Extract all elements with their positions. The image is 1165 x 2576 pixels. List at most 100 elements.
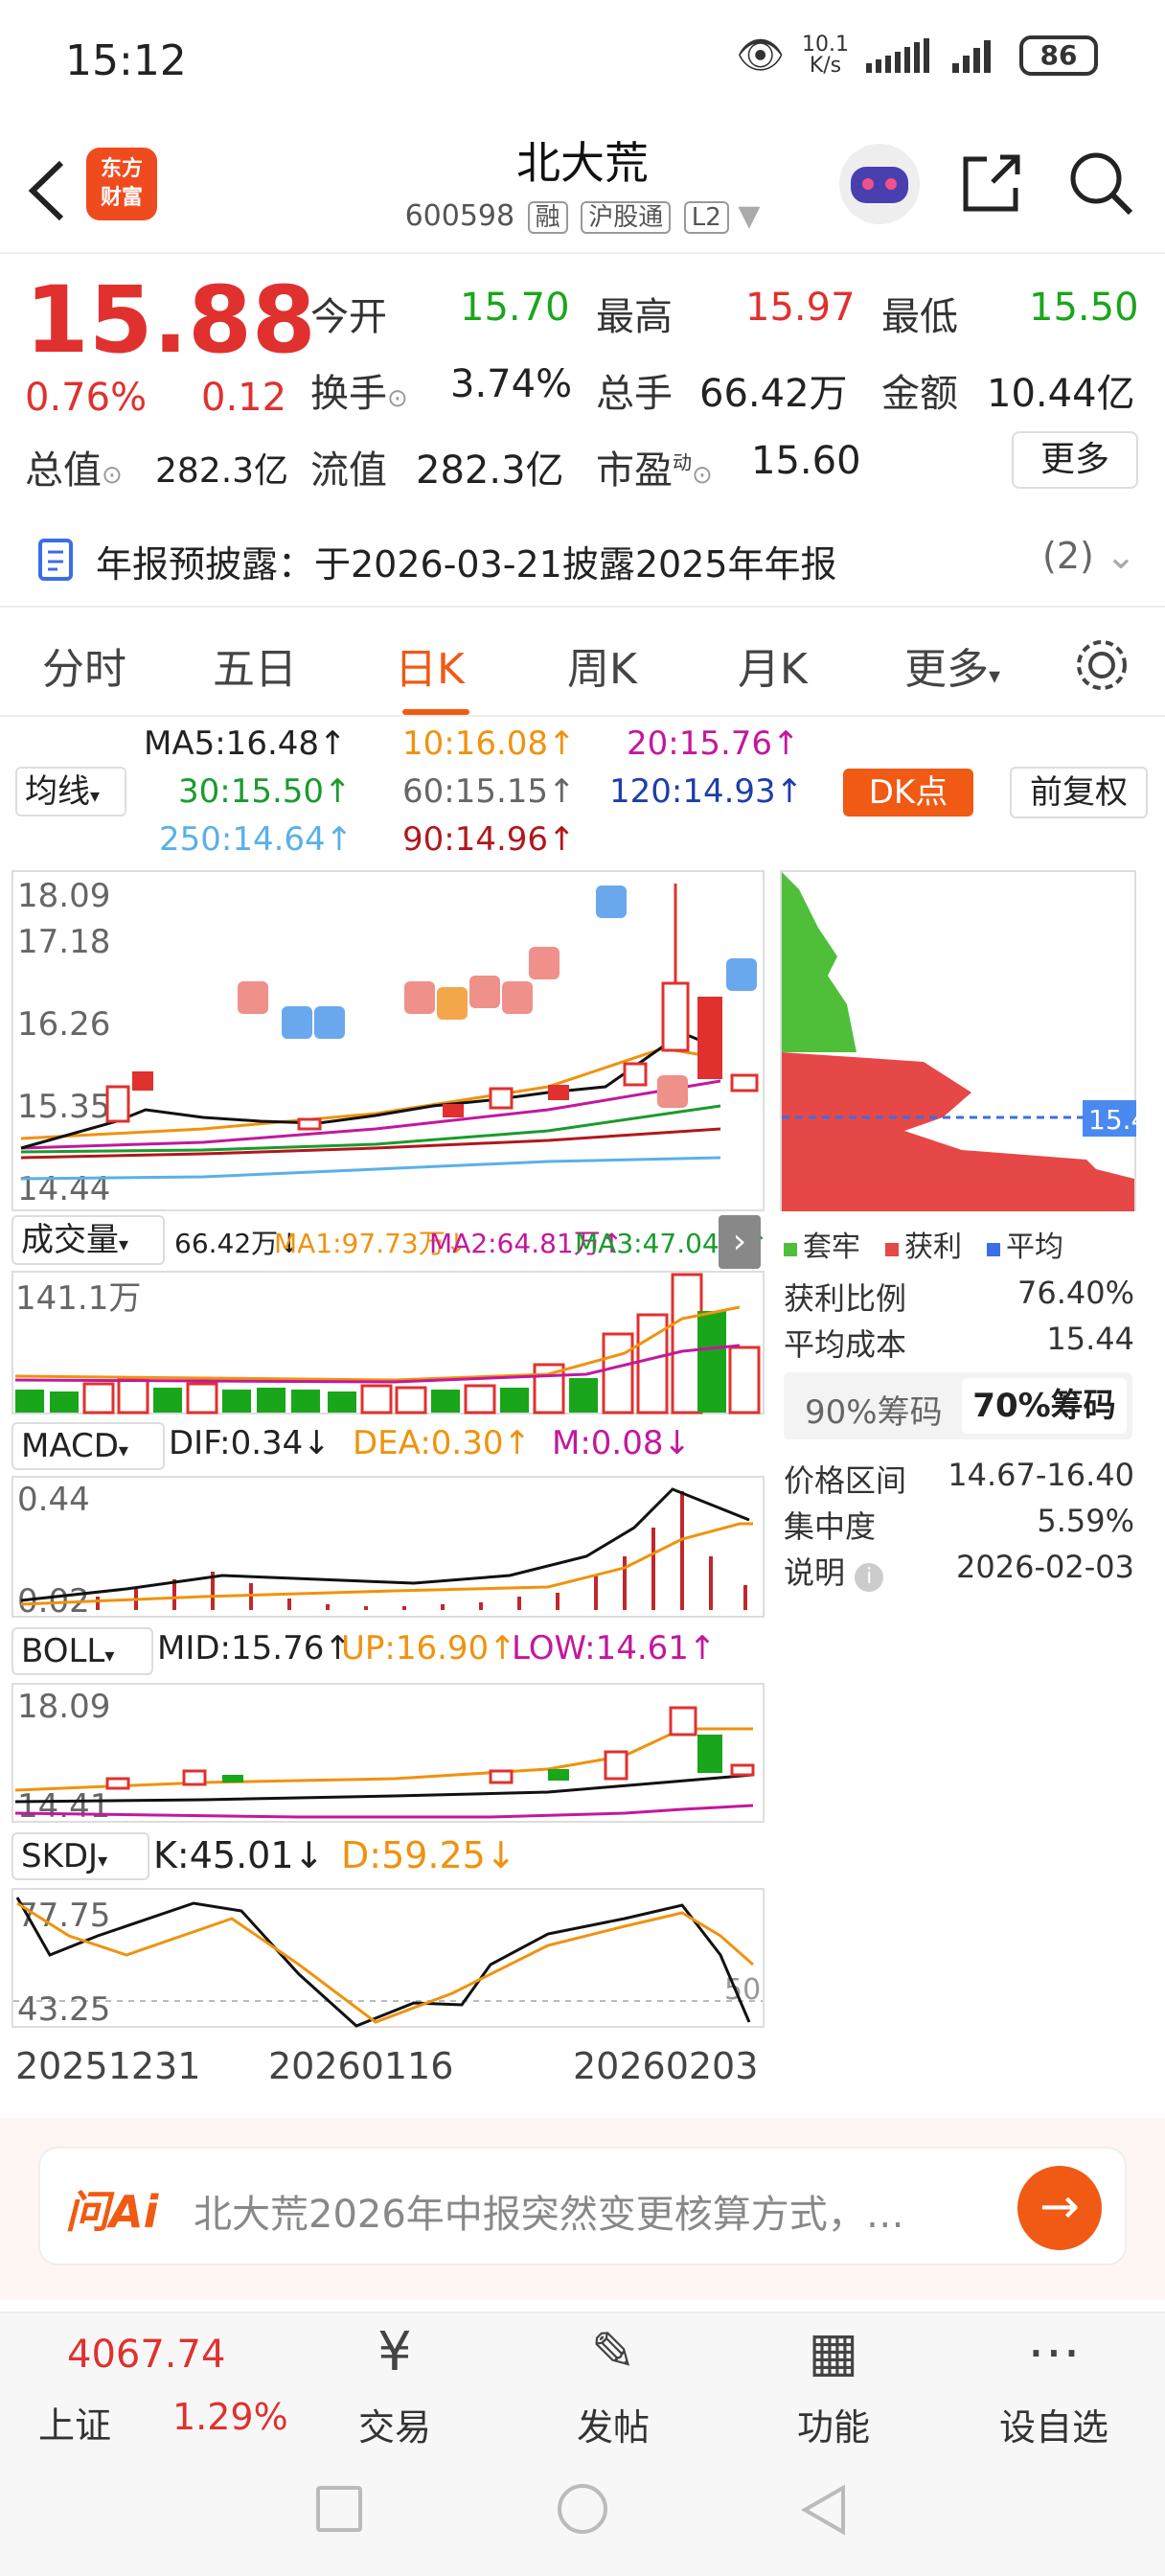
turnover-label: 换手⊙ <box>310 372 408 416</box>
boll-selector[interactable]: BOLL▾ <box>11 1627 153 1675</box>
macd-chart: 0.44 0.02 <box>11 1476 765 1618</box>
change-amount: 0.12 <box>201 376 287 420</box>
date-label-end: 20260203 <box>573 2045 759 2087</box>
date-label-mid: 20260116 <box>268 2045 454 2087</box>
boll-mid: MID:15.76↑ <box>157 1629 352 1668</box>
profit-ratio-label: 获利比例 <box>784 1280 907 1317</box>
status-time: 15:12 <box>65 36 187 85</box>
net-speed: 10.1 K/s <box>802 32 849 78</box>
add-watchlist-button[interactable]: ⋯ 设自选 <box>948 2313 1159 2450</box>
profit-ratio-value: 76.40% <box>1017 1275 1134 1311</box>
ma60-value: 60:15.15↑ <box>402 772 576 811</box>
y-label-4: 15.35 <box>17 1088 110 1126</box>
bottom-toolbar: 4067.74 上证 1.29% ¥ 交易 ✎ 发帖 ▦ 功能 ⋯ 设自选 <box>0 2312 1165 2455</box>
tab-monthly-k[interactable]: 月K <box>738 634 808 696</box>
ma20-value: 20:15.76↑ <box>627 724 800 763</box>
ma-selector[interactable]: 均线▾ <box>15 767 126 816</box>
ma5-value: MA5:16.48↑ <box>144 724 347 763</box>
search-icon[interactable] <box>1067 150 1134 217</box>
chip-tab-switch: 90%筹码 70%筹码 <box>784 1372 1132 1439</box>
volume-selector[interactable]: 成交量▾ <box>11 1215 165 1265</box>
amount-value: 10.44亿 <box>987 372 1135 416</box>
grid-icon: ▦ <box>808 2321 859 2383</box>
gear-icon[interactable] <box>1073 636 1131 694</box>
status-bar: 15:12 👁 10.1 K/s 86 <box>0 0 1165 115</box>
high-value: 15.97 <box>745 286 856 330</box>
adjust-button[interactable]: 前复权 <box>1010 767 1148 818</box>
macd-m: M:0.08↓ <box>552 1424 691 1462</box>
tab-intraday[interactable]: 分时 <box>42 634 126 696</box>
ma120-value: 120:14.93↑ <box>609 772 804 811</box>
arrow-right-icon[interactable]: → <box>1017 2166 1102 2250</box>
low-value: 15.50 <box>1029 286 1139 330</box>
macd-dea: DEA:0.30↑ <box>353 1424 531 1462</box>
chart-tabs: 分时 五日 日K 周K 月K 更多▾ <box>0 606 1165 717</box>
note-date: 2026-02-03 <box>956 1549 1134 1585</box>
more-button[interactable]: 更多 <box>1012 431 1138 489</box>
tab-chip-70[interactable]: 70%筹码 <box>962 1378 1127 1434</box>
tab-daily-k[interactable]: 日K <box>395 634 465 696</box>
y-label-bottom: 14.44 <box>17 1170 110 1208</box>
tab-five-day[interactable]: 五日 <box>213 634 297 696</box>
kdj-top-label: 77.75 <box>17 1897 110 1935</box>
index-value[interactable]: 4067.74 <box>67 2333 225 2377</box>
circle-nav-icon[interactable] <box>558 2484 607 2534</box>
date-label-start: 20251231 <box>15 2045 201 2087</box>
kline-chart[interactable]: 18.09 17.18 16.26 15.35 14.44 <box>11 870 765 1211</box>
signal-icon-2 <box>952 39 991 73</box>
ask-ai-brand: 问Ai <box>65 2186 159 2238</box>
kdj-bottom-label: 43.25 <box>17 1990 110 2028</box>
y-label-2: 17.18 <box>17 923 110 961</box>
legend-profit: 获利 <box>885 1223 962 1265</box>
edit-icon: ✎ <box>590 2321 636 2383</box>
y-label-3: 16.26 <box>17 1005 110 1044</box>
ma30-value: 30:15.50↑ <box>178 772 352 811</box>
tab-more[interactable]: 更多▾ <box>904 634 1000 696</box>
chip-avg-price-tag: 15.44 <box>1088 1104 1136 1136</box>
boll-bottom-label: 14.41 <box>17 1787 110 1823</box>
open-value: 15.70 <box>460 286 570 330</box>
chip-distribution: 15.44 <box>780 870 1136 1211</box>
high-label: 最高 <box>596 295 673 339</box>
eye-icon: 👁 <box>736 34 786 78</box>
kdj-selector[interactable]: SKDJ▾ <box>11 1832 149 1880</box>
share-icon[interactable] <box>958 150 1025 217</box>
tab-weekly-k[interactable]: 周K <box>567 634 637 696</box>
amount-label: 金额 <box>881 372 958 416</box>
index-name[interactable]: 上证 <box>38 2396 111 2449</box>
concentration-value: 5.59% <box>1037 1503 1134 1539</box>
macd-dif: DIF:0.34↓ <box>169 1424 331 1462</box>
boll-chart: 18.09 14.41 <box>11 1683 765 1823</box>
concentration-label: 集中度 <box>784 1508 877 1545</box>
function-button[interactable]: ▦ 功能 <box>728 2313 939 2450</box>
volume-label: 总手 <box>596 372 673 416</box>
macd-top-label: 0.44 <box>17 1481 90 1519</box>
system-nav-bar <box>0 2455 1165 2576</box>
arrow-right-icon[interactable]: › <box>719 1215 761 1269</box>
status-icons: 👁 10.1 K/s 86 <box>736 33 1098 78</box>
battery-icon: 86 <box>1019 34 1098 76</box>
report-notice[interactable]: 年报预披露：于2026-03-21披露2025年年报 (2) ⌄ <box>0 523 1165 596</box>
note-label[interactable]: 说明 i <box>784 1549 884 1593</box>
chevron-down-icon[interactable]: ▼ <box>738 199 760 233</box>
turnover-value: 3.74% <box>450 362 573 406</box>
range-label: 价格区间 <box>784 1462 907 1499</box>
dk-point-button[interactable]: DK点 <box>843 769 973 816</box>
boll-up: UP:16.90↑ <box>341 1629 516 1668</box>
tab-underline <box>402 709 469 715</box>
post-button[interactable]: ✎ 发帖 <box>508 2313 719 2450</box>
ask-ai-box[interactable]: 问Ai 北大荒2026年中报突然变更核算方式，… → <box>38 2147 1127 2266</box>
trade-button[interactable]: ¥ 交易 <box>289 2313 500 2450</box>
robot-avatar-icon[interactable] <box>839 144 920 224</box>
square-nav-icon[interactable] <box>316 2486 362 2532</box>
kdj-d: D:59.25↓ <box>341 1834 516 1876</box>
boll-top-label: 18.09 <box>17 1688 110 1726</box>
index-pct[interactable]: 1.29% <box>172 2396 288 2438</box>
notice-text: 年报预披露：于2026-03-21披露2025年年报 <box>96 543 837 586</box>
signal-icon <box>866 37 929 73</box>
stock-header: 东方 财富 北大荒 600598 融 沪股通 L2 ▼ <box>0 115 1165 254</box>
open-label: 今开 <box>310 295 387 339</box>
macd-selector[interactable]: MACD▾ <box>11 1422 165 1470</box>
tab-chip-90[interactable]: 90%筹码 <box>805 1386 943 1433</box>
triangle-nav-icon[interactable] <box>799 2484 849 2536</box>
